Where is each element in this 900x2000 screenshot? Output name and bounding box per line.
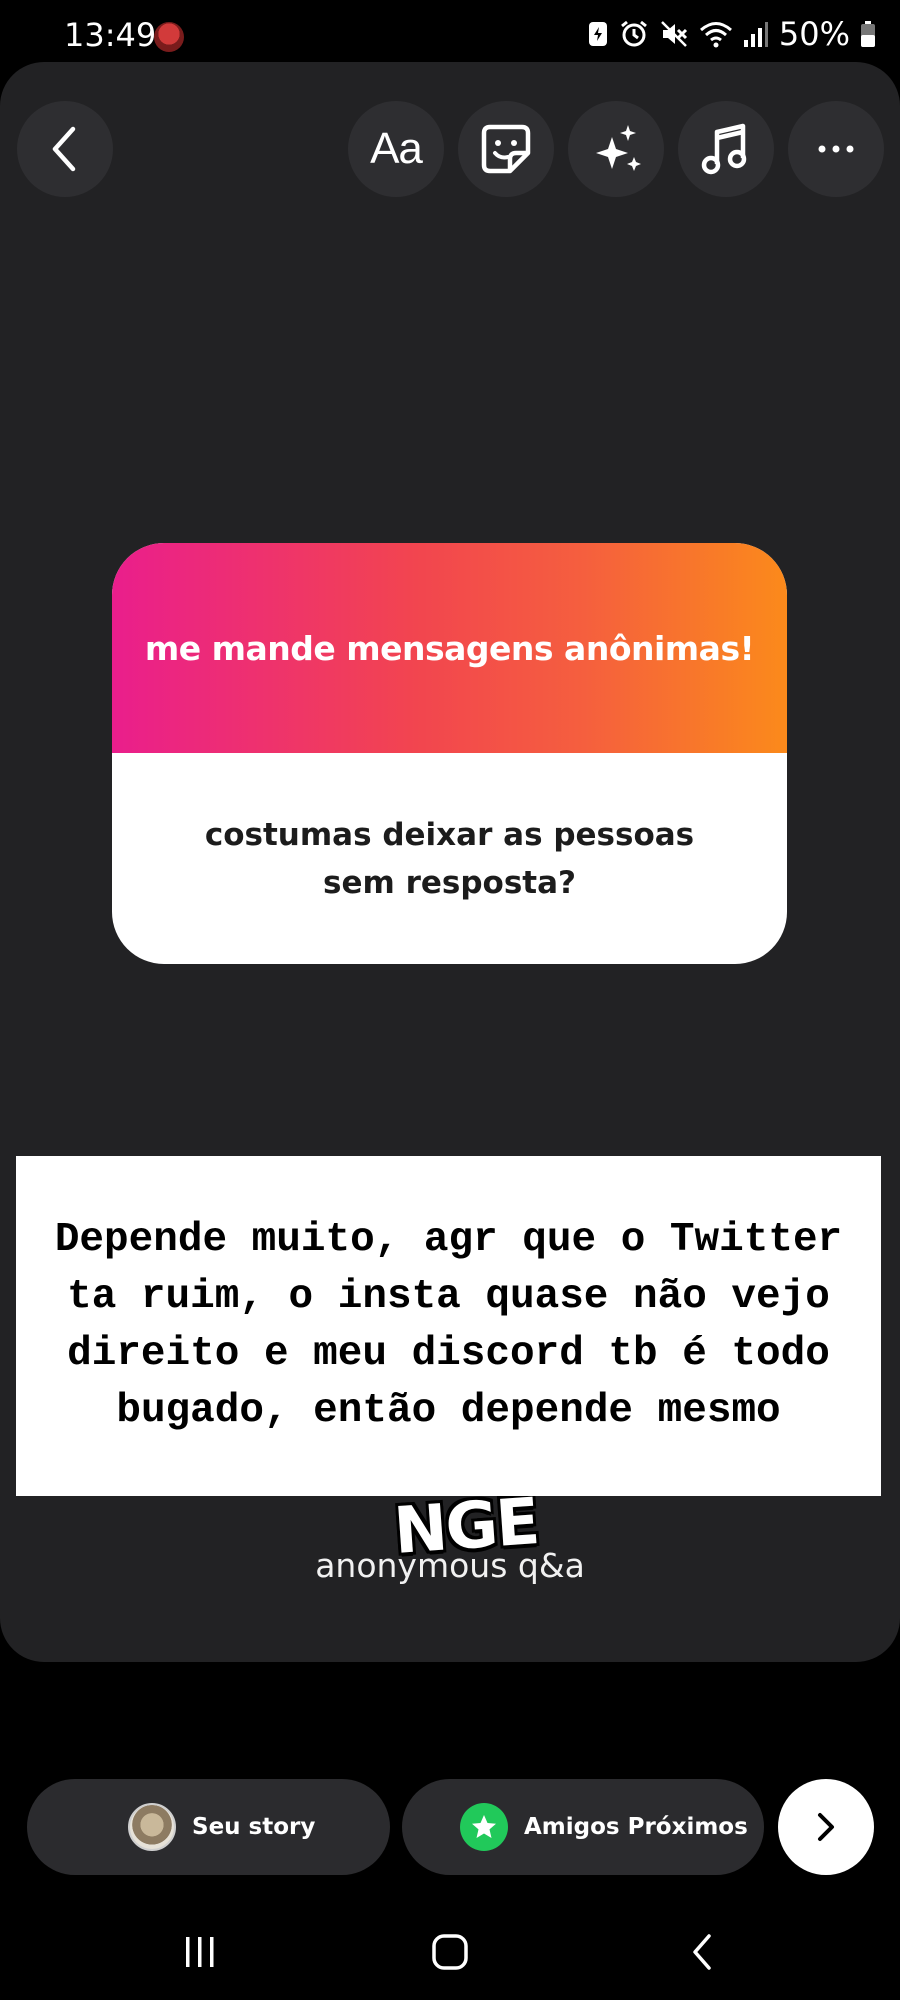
- sticker-button[interactable]: [458, 101, 554, 197]
- effects-sparkle-icon: [596, 125, 641, 171]
- mute-icon: [660, 21, 687, 47]
- data-saver-icon: [588, 22, 607, 46]
- your-story-button[interactable]: Seu story: [27, 1779, 390, 1875]
- home-button[interactable]: [410, 1922, 490, 1982]
- recent-apps-button[interactable]: [160, 1922, 240, 1982]
- close-friends-button[interactable]: Amigos Próximos: [402, 1779, 764, 1875]
- chevron-left-icon: [52, 126, 76, 172]
- text-tool-button[interactable]: Aa: [348, 101, 444, 197]
- chevron-right-icon: [818, 1813, 834, 1841]
- answer-text: Depende muito, agr que o Twitter ta ruim…: [54, 1217, 843, 1434]
- your-story-label: Seu story: [192, 1814, 316, 1840]
- avatar-icon: [154, 22, 184, 52]
- more-button[interactable]: [788, 101, 884, 197]
- status-icons: 50%: [587, 14, 876, 54]
- avatar: [128, 1803, 176, 1851]
- question-sticker-title: me mande mensagens anônimas!: [144, 628, 755, 668]
- next-button[interactable]: [778, 1779, 874, 1875]
- back-button[interactable]: [17, 101, 113, 197]
- music-note-icon: [701, 123, 747, 175]
- status-time: 13:49: [64, 16, 157, 54]
- question-text: costumas deixar as pessoas sem resposta?: [204, 816, 695, 901]
- close-friends-label: Amigos Próximos: [524, 1814, 748, 1840]
- effects-button[interactable]: [568, 101, 664, 197]
- sticker-icon: [481, 124, 531, 174]
- battery-percent: 50%: [778, 15, 850, 53]
- answer-text-box[interactable]: Depende muito, agr que o Twitter ta ruim…: [16, 1156, 881, 1496]
- question-sticker[interactable]: me mande mensagens anônimas! costumas de…: [112, 543, 787, 964]
- text-tool-label: Aa: [370, 124, 423, 173]
- story-canvas[interactable]: Aa me mande mensagens anônimas! costumas…: [0, 62, 900, 1662]
- question-sticker-body: costumas deixar as pessoas sem resposta?: [112, 753, 787, 964]
- battery-icon: [861, 21, 875, 47]
- close-friends-star-icon: [460, 1803, 508, 1851]
- status-bar: 13:49 50%: [0, 0, 900, 64]
- wifi-icon: [699, 22, 732, 48]
- recent-apps-icon: [186, 1937, 214, 1967]
- qa-caption: anonymous q&a: [315, 1546, 585, 1585]
- home-icon: [432, 1934, 468, 1970]
- music-button[interactable]: [678, 101, 774, 197]
- alarm-icon: [620, 20, 647, 47]
- question-sticker-header: me mande mensagens anônimas!: [112, 543, 787, 753]
- back-icon: [693, 1934, 711, 1970]
- system-nav-bar: [0, 1900, 900, 2000]
- signal-icon: [743, 22, 768, 47]
- nav-back-button[interactable]: [662, 1922, 742, 1982]
- more-dots-icon: [818, 145, 854, 153]
